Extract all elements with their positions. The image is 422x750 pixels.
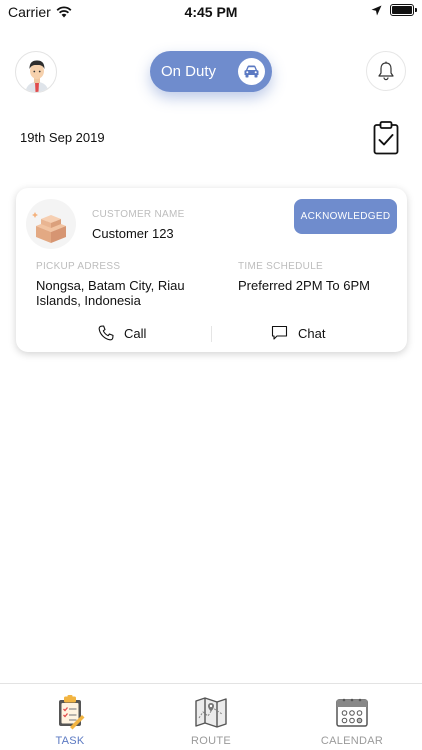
clipboard-check-icon[interactable] [373, 121, 399, 155]
clock: 4:45 PM [184, 4, 238, 20]
tab-task[interactable]: TASK [0, 684, 140, 750]
tab-label: CALENDAR [320, 735, 384, 747]
car-icon [238, 58, 265, 85]
phone-icon [98, 325, 114, 341]
duty-toggle[interactable]: On Duty [150, 51, 272, 92]
call-button[interactable]: Call [98, 325, 146, 341]
chat-button[interactable]: Chat [271, 325, 325, 341]
pickup-address: Nongsa, Batam City, Riau Islands, Indone… [36, 278, 185, 308]
map-icon [195, 697, 227, 728]
chat-label: Chat [298, 325, 326, 341]
status-badge[interactable]: ACKNOWLEDGED [294, 199, 397, 234]
time-schedule-label: TIME SCHEDULE [238, 261, 324, 272]
tab-calendar[interactable]: CALENDAR [282, 684, 422, 750]
current-date: 19th Sep 2019 [20, 130, 105, 145]
call-label: Call [124, 325, 147, 341]
pickup-address-label: PICKUP ADRESS [36, 261, 121, 272]
tab-route[interactable]: ROUTE [141, 684, 281, 750]
task-clipboard-icon [59, 695, 85, 730]
chat-icon [271, 325, 288, 340]
customer-name-label: CUSTOMER NAME [92, 209, 185, 220]
driver-avatar-icon [25, 60, 49, 92]
tab-bar: TASK ROUTE CALENDAR [0, 683, 422, 750]
notifications-button[interactable] [366, 51, 406, 91]
avatar[interactable] [15, 51, 57, 93]
calendar-icon [336, 698, 368, 727]
location-arrow-icon [371, 5, 382, 15]
bell-icon [378, 61, 394, 81]
battery-icon [390, 4, 417, 16]
customer-name: Customer 123 [92, 226, 174, 241]
action-divider [211, 326, 212, 342]
package-icon [26, 199, 76, 249]
tab-label: TASK [55, 735, 85, 747]
task-card[interactable]: CUSTOMER NAME Customer 123 ACKNOWLEDGED … [16, 188, 407, 352]
tab-label: ROUTE [191, 735, 231, 747]
time-schedule: Preferred 2PM To 6PM [238, 278, 370, 293]
duty-label: On Duty [161, 63, 217, 80]
status-bar: Carrier 4:45 PM [0, 0, 422, 24]
